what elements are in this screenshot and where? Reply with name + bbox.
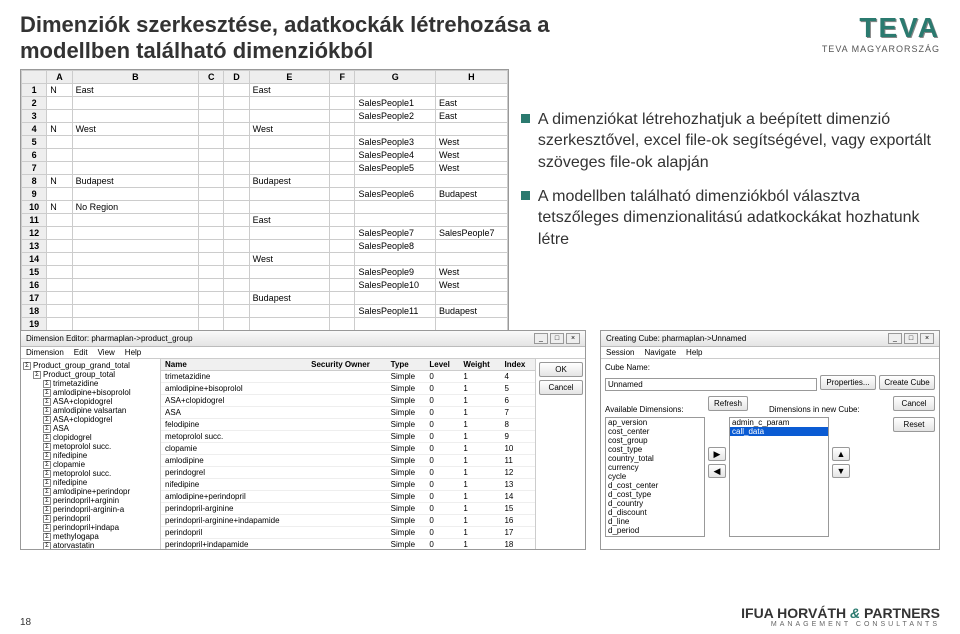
list-item[interactable]: cost_group — [606, 436, 704, 445]
table-row[interactable]: ASASimple017 — [161, 407, 535, 419]
bullet-item: A modellben található dimenziókból válas… — [521, 186, 940, 251]
ok-button[interactable]: OK — [539, 362, 583, 377]
tree-item[interactable]: Σ clopamie — [23, 460, 158, 469]
create-cube-button[interactable]: Create Cube — [879, 375, 935, 390]
tree-item[interactable]: Σ perindopril-arginin-a — [23, 505, 158, 514]
list-item[interactable]: cycle — [606, 472, 704, 481]
available-dims-label: Available Dimensions: — [605, 405, 705, 414]
dimension-editor-window: Dimension Editor: pharmaplan->product_gr… — [20, 330, 586, 550]
minimize-icon[interactable]: _ — [888, 333, 902, 344]
close-icon[interactable]: × — [920, 333, 934, 344]
table-row[interactable]: perindopril+indapamideSimple0118 — [161, 539, 535, 550]
table-row[interactable]: perindopril-arginine+indapamideSimple011… — [161, 515, 535, 527]
dimension-tree[interactable]: Σ Product_group_grand_totalΣ Product_gro… — [21, 359, 161, 549]
tree-item[interactable]: Σ trimetazidine — [23, 379, 158, 388]
cube-name-label: Cube Name: — [605, 363, 650, 372]
table-row[interactable]: trimetazidineSimple014 — [161, 371, 535, 383]
list-item[interactable]: cost_type — [606, 445, 704, 454]
table-row[interactable]: ASA+clopidogrelSimple016 — [161, 395, 535, 407]
list-item[interactable]: cost_center — [606, 427, 704, 436]
close-icon[interactable]: × — [566, 333, 580, 344]
tree-item[interactable]: Σ Product_group_grand_total — [23, 361, 158, 370]
move-down-icon[interactable]: ▼ — [832, 464, 850, 478]
list-item[interactable]: d_cost_center — [606, 481, 704, 490]
move-up-icon[interactable]: ▲ — [832, 447, 850, 461]
list-item[interactable]: d_discount — [606, 508, 704, 517]
list-item[interactable]: country_total — [606, 454, 704, 463]
in-cube-dimensions-list[interactable]: admin_c_paramcall_data — [729, 417, 829, 537]
tree-item[interactable]: Σ perindopril+indapa — [23, 523, 158, 532]
list-item[interactable]: d_prd — [606, 535, 704, 537]
properties-button[interactable]: Properties... — [820, 375, 876, 390]
table-row[interactable]: amlodipine+bisoprololSimple015 — [161, 383, 535, 395]
tree-item[interactable]: Σ perindopril — [23, 514, 158, 523]
table-row[interactable]: metoprolol succ.Simple019 — [161, 431, 535, 443]
table-row[interactable]: amlodipine+perindoprilSimple0114 — [161, 491, 535, 503]
window-title: Creating Cube: pharmaplan->Unnamed — [606, 334, 746, 343]
list-item[interactable]: d_period — [606, 526, 704, 535]
tree-item[interactable]: Σ metoprolol succ. — [23, 469, 158, 478]
menubar[interactable]: Session Navigate Help — [601, 347, 939, 359]
dimension-grid[interactable]: NameSecurity OwnerTypeLevelWeightIndextr… — [161, 359, 535, 549]
available-dimensions-list[interactable]: ap_versioncost_centercost_groupcost_type… — [605, 417, 705, 537]
cancel-button[interactable]: Cancel — [539, 380, 583, 395]
tree-item[interactable]: Σ methylogapa — [23, 532, 158, 541]
tree-item[interactable]: Σ nifedipine — [23, 451, 158, 460]
list-item[interactable]: d_country — [606, 499, 704, 508]
window-title: Dimension Editor: pharmaplan->product_gr… — [26, 334, 193, 343]
bullet-square-icon — [521, 191, 530, 200]
tree-item[interactable]: Σ metoprolol succ. — [23, 442, 158, 451]
table-row[interactable]: perindopril-arginineSimple0115 — [161, 503, 535, 515]
tree-item[interactable]: Σ ASA+clopidogrel — [23, 415, 158, 424]
list-item[interactable]: d_line — [606, 517, 704, 526]
move-right-icon[interactable]: ▶ — [708, 447, 726, 461]
tree-item[interactable]: Σ nifedipine — [23, 478, 158, 487]
refresh-button[interactable]: Refresh — [708, 396, 748, 411]
move-left-icon[interactable]: ◀ — [708, 464, 726, 478]
list-item[interactable]: d_cost_type — [606, 490, 704, 499]
teva-logo: TEVA TEVA MAGYARORSZÁG — [822, 12, 940, 54]
tree-item[interactable]: Σ amlodipine+perindopr — [23, 487, 158, 496]
list-item[interactable]: currency — [606, 463, 704, 472]
table-row[interactable]: nifedipineSimple0113 — [161, 479, 535, 491]
tree-item[interactable]: Σ atorvastatin — [23, 541, 158, 549]
minimize-icon[interactable]: _ — [534, 333, 548, 344]
tree-item[interactable]: Σ clopidogrel — [23, 433, 158, 442]
tree-item[interactable]: Σ ASA — [23, 424, 158, 433]
menubar[interactable]: Dimension Edit View Help — [21, 347, 585, 359]
page-number: 18 — [20, 617, 31, 628]
cube-name-input[interactable] — [605, 378, 817, 391]
tree-item[interactable]: Σ amlodipine valsartan — [23, 406, 158, 415]
tree-item[interactable]: Σ Product_group_total — [23, 370, 158, 379]
list-item[interactable]: admin_c_param — [730, 418, 828, 427]
maximize-icon[interactable]: □ — [550, 333, 564, 344]
table-row[interactable]: amlodipineSimple0111 — [161, 455, 535, 467]
slide-title: Dimenziók szerkesztése, adatkockák létre… — [20, 12, 640, 65]
in-cube-label: Dimensions in new Cube: — [769, 405, 860, 414]
cube-creator-window: Creating Cube: pharmaplan->Unnamed _ □ ×… — [600, 330, 940, 550]
list-item[interactable]: call_data — [730, 427, 828, 436]
table-row[interactable]: perindoprilSimple0117 — [161, 527, 535, 539]
table-row[interactable]: felodipineSimple018 — [161, 419, 535, 431]
reset-button[interactable]: Reset — [893, 417, 935, 432]
cancel-button[interactable]: Cancel — [893, 396, 935, 411]
tree-item[interactable]: Σ amlodipine+bisoprolol — [23, 388, 158, 397]
tree-item[interactable]: Σ perindopril+arginin — [23, 496, 158, 505]
bullet-square-icon — [521, 114, 530, 123]
maximize-icon[interactable]: □ — [904, 333, 918, 344]
table-row[interactable]: perindogrelSimple0112 — [161, 467, 535, 479]
bullet-item: A dimenziókat létrehozhatjuk a beépített… — [521, 109, 940, 174]
list-item[interactable]: ap_version — [606, 418, 704, 427]
tree-item[interactable]: Σ ASA+clopidogrel — [23, 397, 158, 406]
ifua-logo: IFUA HORVÁTH & PARTNERS MANAGEMENT CONSU… — [741, 605, 940, 628]
table-row[interactable]: clopamieSimple0110 — [161, 443, 535, 455]
